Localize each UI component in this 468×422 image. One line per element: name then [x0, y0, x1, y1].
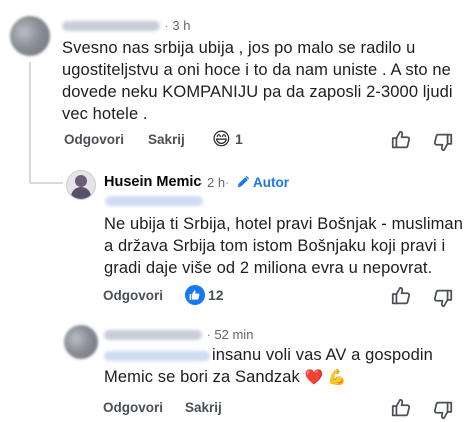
commenter-name-blurred[interactable] — [104, 329, 202, 340]
thumbs-up-icon[interactable] — [390, 129, 412, 151]
like-reaction-icon — [185, 285, 205, 305]
hide-button[interactable]: Sakrij — [148, 132, 185, 147]
thumbs-down-icon[interactable] — [432, 399, 454, 421]
thumbs-down-icon[interactable] — [432, 131, 454, 153]
pencil-icon — [236, 175, 250, 189]
author-name[interactable]: Husein Memic — [104, 174, 202, 190]
author-avatar[interactable] — [66, 170, 96, 200]
heart-and-flexed-biceps-emoji: ❤️ 💪 — [304, 369, 347, 386]
thumbs-up-icon[interactable] — [390, 285, 412, 307]
comment-text-line: Ne ubija ti Srbija, hotel pravi Bošnjak … — [104, 215, 463, 233]
comment-text-line: dovede neku KOMPANIJU pa da zaposli 2-30… — [62, 83, 453, 101]
reply-button[interactable]: Odgovori — [64, 132, 124, 147]
comment-text-line: gradi daje više od 2 miliona evra u nepo… — [104, 259, 433, 277]
commenter-name-blurred[interactable] — [62, 20, 160, 31]
comments-thread: · 3 h Svesno nas srbija ubija , jos po m… — [0, 0, 468, 422]
reply-button[interactable]: Odgovori — [103, 288, 163, 303]
thumbs-down-icon[interactable] — [432, 287, 454, 309]
comment-text-line: insanu voli vas AV a gospodin — [212, 346, 433, 364]
thread-connector — [29, 182, 63, 184]
thumbs-up-icon[interactable] — [390, 397, 412, 419]
hide-button[interactable]: Sakrij — [185, 400, 222, 415]
comment-text-line: ugostiteljstvu a oni hoce i to da nam un… — [62, 61, 451, 79]
separator-dot: · — [199, 175, 204, 190]
comment-time[interactable]: 3 h — [172, 18, 190, 33]
reply-button[interactable]: Odgovori — [103, 400, 163, 415]
comment-2-text: Ne ubija ti Srbija, hotel pravi Bošnjak … — [104, 213, 463, 279]
comment-text-line: Memic se bori za Sandzak ❤️ 💪 — [104, 368, 347, 386]
laughing-emoji-icon: 😄 — [212, 129, 231, 149]
reaction-count[interactable]: 12 — [208, 287, 224, 303]
commenter-avatar[interactable] — [10, 16, 50, 56]
comment-text-line: Svesno nas srbija ubija , jos po malo se… — [62, 39, 416, 57]
comment-time[interactable]: 2 h — [207, 175, 225, 190]
comment-3-header: · 52 min — [104, 326, 253, 342]
comment-text-line: vec hotele . — [62, 105, 148, 123]
comment-time[interactable]: 52 min — [214, 327, 253, 342]
separator-dot: · — [225, 175, 230, 190]
comment-1-text: Svesno nas srbija ubija , jos po malo se… — [62, 37, 453, 125]
comment-3-text: insanu voli vas AV a gospodin Memic se b… — [104, 344, 433, 389]
reply-target-blurred[interactable] — [105, 196, 203, 206]
author-badge: Autor — [253, 175, 289, 190]
comment-text-line: a država Srbija tom istom Bošnjaku koji … — [104, 237, 446, 255]
commenter-avatar[interactable] — [64, 325, 98, 359]
reaction-count[interactable]: 1 — [235, 131, 243, 147]
thread-connector — [29, 62, 31, 182]
comment-1-header: · 3 h — [62, 17, 190, 33]
